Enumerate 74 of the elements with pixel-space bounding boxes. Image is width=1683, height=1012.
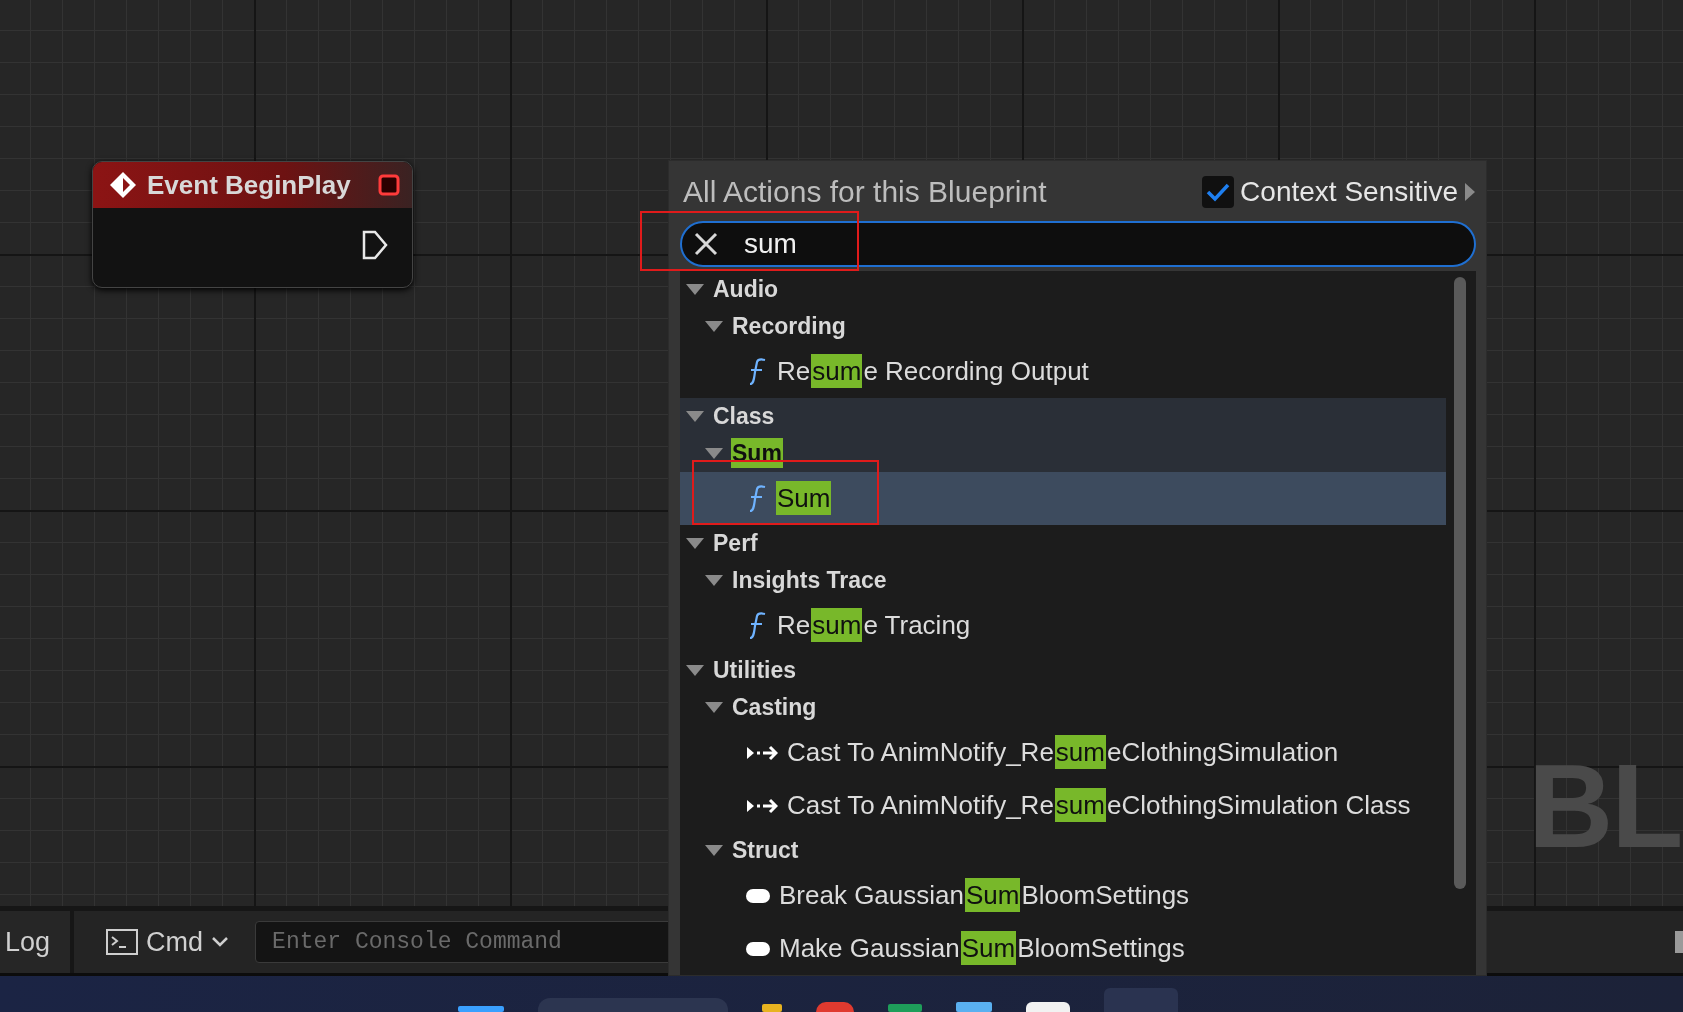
category-row[interactable]: Perf: [680, 525, 1446, 562]
action-item[interactable]: Resume Tracing: [680, 599, 1446, 652]
match-highlight: sum: [1054, 735, 1106, 769]
cast-arrow-icon: [746, 796, 778, 815]
label-text: BloomSettings: [1016, 932, 1186, 965]
label-text: Break Gaussian: [778, 879, 965, 912]
expand-arrow-icon[interactable]: [705, 844, 723, 857]
folder-icon[interactable]: [762, 1004, 782, 1012]
label-text: Struct: [731, 836, 800, 865]
chevron-down-icon: [211, 936, 230, 948]
match-highlight: sum: [811, 354, 863, 388]
delegate-pin-icon[interactable]: [378, 174, 400, 196]
expand-arrow-icon[interactable]: [686, 283, 704, 296]
pill-icon: [746, 941, 770, 956]
label-text: Audio: [712, 275, 780, 304]
cmd-dropdown[interactable]: Cmd: [100, 925, 236, 959]
label-text: Utilities: [712, 656, 798, 685]
cast-arrow-icon: [746, 743, 778, 762]
category-row[interactable]: Struct: [680, 832, 1446, 869]
expand-arrow-icon[interactable]: [686, 537, 704, 550]
label-text: e Tracing: [862, 609, 972, 642]
match-highlight: sum: [811, 608, 863, 642]
expand-arrow-icon[interactable]: [686, 664, 704, 677]
expand-arrow-icon[interactable]: [705, 574, 723, 587]
match-highlight: Sum: [776, 481, 832, 515]
action-item[interactable]: Make GaussianSumBloomSettings: [680, 922, 1446, 975]
terminal-icon: [106, 929, 139, 955]
search-input[interactable]: sum: [742, 227, 1462, 261]
category-row[interactable]: Recording: [680, 308, 1446, 345]
category-row[interactable]: Class: [680, 398, 1446, 435]
label-text: eClothingSimulation: [1106, 736, 1340, 769]
match-highlight: sum: [1054, 788, 1106, 822]
category-row[interactable]: Utilities: [680, 652, 1446, 689]
label-text: Cast To AnimNotify_Re: [786, 789, 1055, 822]
label-text: Recording: [731, 312, 847, 341]
label-text: Cast To AnimNotify_Re: [786, 736, 1055, 769]
context-sensitive-label: Context Sensitive: [1240, 176, 1458, 208]
exec-pin-icon[interactable]: [362, 230, 388, 260]
expand-arrow-icon[interactable]: [705, 447, 723, 460]
label-text: Make Gaussian: [778, 932, 961, 965]
action-item[interactable]: Cast To AnimNotify_ResumeClothingSimulation Class: [680, 779, 1446, 832]
pill-icon: [746, 888, 770, 903]
category-row[interactable]: Casting: [680, 689, 1446, 726]
node-title: Event BeginPlay: [147, 169, 352, 201]
action-item[interactable]: Sum: [680, 472, 1446, 525]
label-text: e Recording Output: [862, 355, 1090, 388]
close-icon[interactable]: [694, 232, 718, 256]
start-icon[interactable]: [458, 1006, 504, 1012]
match-highlight: Sum: [965, 878, 1021, 912]
category-row[interactable]: Insights Trace: [680, 562, 1446, 599]
expand-arrow-icon[interactable]: [686, 410, 704, 423]
label-text: BloomSettings: [1020, 879, 1191, 912]
label-text: Insights Trace: [731, 566, 888, 595]
app-icon[interactable]: [1026, 1002, 1070, 1012]
label-text: eClothingSimulation Class: [1106, 789, 1412, 822]
expand-arrow-icon[interactable]: [705, 320, 723, 333]
label-text: Casting: [731, 693, 818, 722]
label-text: Class: [712, 402, 776, 431]
search-field[interactable]: sum: [680, 221, 1476, 267]
expand-arrow-icon[interactable]: [705, 701, 723, 714]
menu-title: All Actions for this Blueprint: [683, 175, 1047, 209]
event-node[interactable]: Event BeginPlay: [92, 161, 413, 288]
action-item[interactable]: Break GaussianSumBloomSettings: [680, 869, 1446, 922]
category-row[interactable]: Audio: [680, 271, 1446, 308]
context-checkbox[interactable]: [1202, 176, 1235, 208]
scrollbar[interactable]: [1454, 277, 1466, 889]
match-highlight: Sum: [960, 931, 1017, 965]
caret-icon[interactable]: [1464, 182, 1476, 202]
label-text: Re: [776, 609, 812, 642]
action-item[interactable]: Cast To AnimNotify_ResumeClothingSimulation: [680, 726, 1446, 779]
label-text: Re: [776, 355, 812, 388]
event-diamond-icon: [109, 171, 137, 199]
label-text: Perf: [712, 529, 759, 558]
action-item[interactable]: Resume Recording Output: [680, 345, 1446, 398]
